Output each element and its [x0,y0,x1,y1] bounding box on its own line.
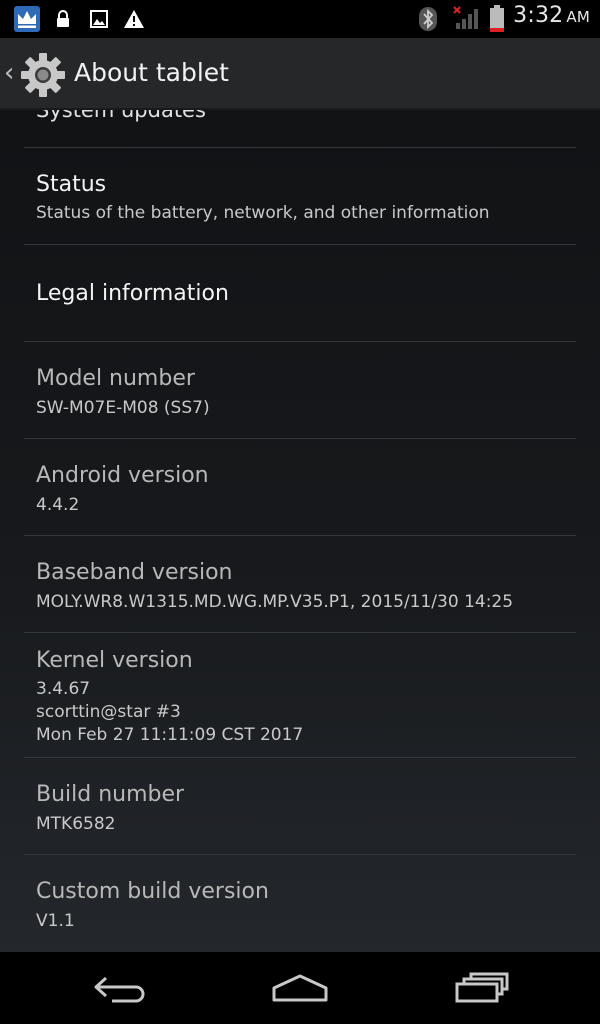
list-item-title: System updates [36,110,206,122]
list-item-summary: V1.1 [36,911,75,931]
list-item-custom-build-version: Custom build version V1.1 [24,855,576,952]
settings-gear-icon[interactable] [20,52,66,98]
navigation-bar [0,952,600,1024]
list-item-summary: SW-M07E-M08 (SS7) [36,398,210,418]
warning-icon [123,9,145,33]
list-item-title: Android version [36,463,209,488]
list-item-model-number: Model number SW-M07E-M08 (SS7) [24,342,576,439]
list-item-title: Model number [36,366,195,391]
list-item-title: Status [36,172,107,197]
list-item-baseband-version: Baseband version MOLY.WR8.W1315.MD.WG.MP… [24,536,576,633]
list-item-summary: Status of the battery, network, and othe… [36,203,490,223]
status-bar: 3:32 AM [0,0,600,38]
page-title: About tablet [74,58,229,87]
list-item-summary: 4.4.2 [36,495,80,515]
crown-icon [14,6,40,36]
list-item-title: Legal information [36,281,229,306]
list-item-android-version[interactable]: Android version 4.4.2 [24,439,576,536]
up-chevron-icon[interactable]: ‹ [4,60,14,86]
image-icon [90,10,108,32]
settings-list: System updates Status Status of the batt… [0,110,600,952]
list-item-legal-information[interactable]: Legal information [24,245,576,342]
list-item-summary: 3.4.67 scorttin@star #3 Mon Feb 27 11:11… [36,679,304,745]
list-item-system-updates[interactable]: System updates [24,110,576,148]
battery-icon [489,5,505,37]
list-item-build-number[interactable]: Build number MTK6582 [24,758,576,855]
list-item-summary: MOLY.WR8.W1315.MD.WG.MP.V35.P1, 2015/11/… [36,592,514,612]
screen: 3:32 AM ‹ About tablet System updates St… [0,0,600,1024]
list-item-kernel-version: Kernel version 3.4.67 scorttin@star #3 M… [24,633,576,758]
recents-icon[interactable] [452,970,512,1006]
list-item-title: Custom build version [36,879,269,904]
list-item-summary: MTK6582 [36,814,116,834]
back-icon[interactable] [92,970,148,1006]
list-item-title: Baseband version [36,560,233,585]
bluetooth-icon [418,6,438,36]
home-icon[interactable] [270,970,330,1006]
list-item-status[interactable]: Status Status of the battery, network, a… [24,148,576,245]
lock-icon [56,10,70,32]
time-text: 3:32 [513,3,564,28]
action-bar: ‹ About tablet [0,38,600,110]
signal-icon [450,6,480,34]
list-item-title: Kernel version [36,648,193,673]
ampm-text: AM [566,8,590,26]
status-time: 3:32 AM [513,3,590,28]
list-item-title: Build number [36,782,185,807]
